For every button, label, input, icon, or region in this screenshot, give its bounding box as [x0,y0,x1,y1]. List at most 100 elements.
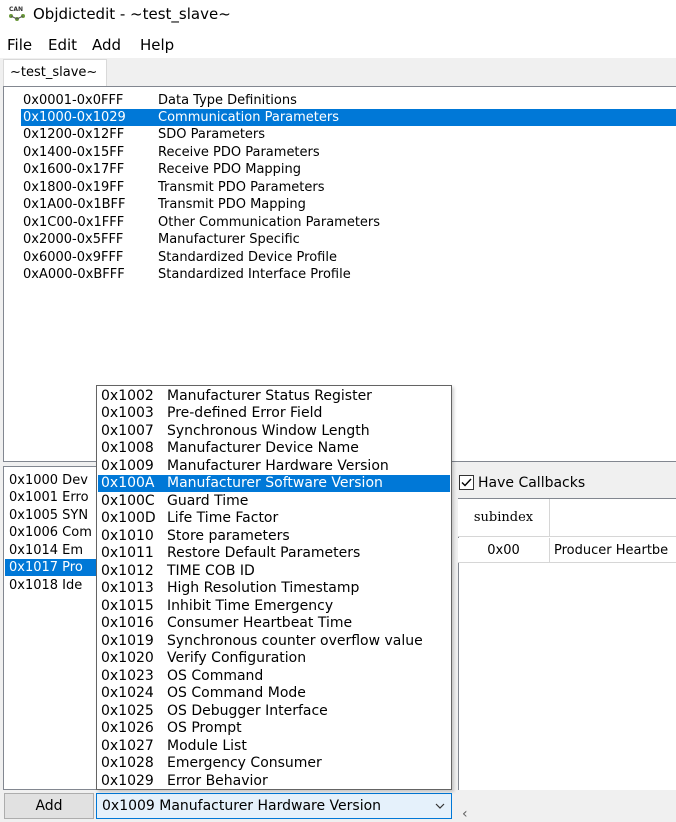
dropdown-item[interactable]: 0x1015 Inhibit Time Emergency [98,598,450,615]
range-code: 0x2000-0x5FFF [23,232,124,247]
dropdown-item[interactable]: 0x100C Guard Time [98,493,450,510]
item-code: 0x1023 [101,668,154,684]
item-code: 0x1008 [101,440,154,456]
dropdown-item[interactable]: 0x1026 OS Prompt [98,720,450,737]
item-code: 0x1007 [101,423,154,439]
item-code: 0x1015 [101,598,154,614]
item-name: TIME COB ID [167,563,255,579]
menu-help[interactable]: Help [140,36,174,54]
dropdown-item[interactable]: 0x1003 Pre-defined Error Field [98,405,450,422]
index-row[interactable]: 0x1005 SYN [5,507,99,524]
grid-header-subindex[interactable]: subindex [458,499,550,537]
have-callbacks-checkbox[interactable] [459,475,474,490]
index-row[interactable]: 0x1018 Ide [5,577,99,594]
dropdown-item[interactable]: 0x1027 Module List [98,738,450,755]
item-name: Verify Configuration [167,650,307,666]
item-code: 0x1020 [101,650,154,666]
svg-text:CAN: CAN [9,6,23,13]
dropdown-item[interactable]: 0x1011 Restore Default Parameters [98,545,450,562]
index-row-text: 0x1005 SYN [9,508,89,523]
item-code: 0x1003 [101,405,154,421]
range-row[interactable]: 0x1800-0x19FF Transmit PDO Parameters [19,179,419,196]
dropdown-item[interactable]: 0x1012 TIME COB ID [98,563,450,580]
dropdown-item[interactable]: 0x1002 Manufacturer Status Register [98,388,450,405]
range-code: 0x1000-0x1029 [23,110,126,125]
range-row[interactable]: 0x1200-0x12FF SDO Parameters [19,126,419,143]
index-row[interactable]: 0x1006 Com [5,524,99,541]
checkmark-icon [461,478,472,487]
range-name: Other Communication Parameters [158,215,381,230]
item-name: Manufacturer Software Version [167,475,383,491]
range-code: 0x1200-0x12FF [23,127,125,142]
range-row[interactable]: 0x2000-0x5FFF Manufacturer Specific [19,231,419,248]
range-code: 0x1800-0x19FF [23,180,125,195]
item-name: Module List [167,738,247,754]
item-name: Synchronous Window Length [167,423,370,439]
range-row[interactable]: 0x1400-0x15FF Receive PDO Parameters [19,144,419,161]
combo-dropdown-list[interactable]: 0x1002 Manufacturer Status Register 0x100… [96,385,452,790]
item-name: OS Prompt [167,720,242,736]
range-code: 0x1600-0x17FF [23,162,125,177]
item-name: OS Command Mode [167,685,306,701]
range-code: 0x1400-0x15FF [23,145,125,160]
dropdown-item[interactable]: 0x1023 OS Command [98,668,450,685]
item-code: 0x1002 [101,388,154,404]
menu-add[interactable]: Add [92,36,121,54]
dropdown-item[interactable]: 0x1013 High Resolution Timestamp [98,580,450,597]
item-name: Manufacturer Status Register [167,388,372,404]
range-name: Communication Parameters [158,110,340,125]
dropdown-item[interactable]: 0x1020 Verify Configuration [98,650,450,667]
range-row[interactable]: 0x6000-0x9FFF Standardized Device Profile [19,249,419,266]
item-code: 0x1013 [101,580,154,596]
dropdown-item-selected[interactable]: 0x100A Manufacturer Software Version [98,475,450,492]
dropdown-item[interactable]: 0x1009 Manufacturer Hardware Version [98,458,450,475]
range-row-selected[interactable]: 0x1000-0x1029 Communication Parameters [21,109,676,126]
index-row-selected[interactable]: 0x1017 Pro [5,559,99,576]
index-row-text: 0x1000 Dev [9,473,88,488]
menu-file[interactable]: File [7,36,32,54]
item-code: 0x1026 [101,720,154,736]
dropdown-item[interactable]: 0x1016 Consumer Heartbeat Time [98,615,450,632]
dropdown-item[interactable]: 0x1029 Error Behavior [98,773,450,790]
range-row[interactable]: 0x1A00-0x1BFF Transmit PDO Mapping [19,196,419,213]
range-row[interactable]: 0xA000-0xBFFF Standardized Interface Prof… [19,266,419,283]
index-combo-box[interactable]: 0x1009 Manufacturer Hardware Version [96,793,452,819]
range-row[interactable]: 0x0001-0x0FFF Data Type Definitions [19,92,419,109]
index-row[interactable]: 0x1001 Erro [5,489,99,506]
index-row-text: 0x1006 Com [9,525,92,540]
have-callbacks-label: Have Callbacks [478,475,586,491]
item-code: 0x1024 [101,685,154,701]
index-list[interactable]: 0x1000 Dev 0x1001 Erro 0x1005 SYN 0x1006… [3,466,99,790]
scroll-left-arrow-icon[interactable]: ‹ [462,806,468,822]
item-name: OS Debugger Interface [167,703,328,719]
range-name: Standardized Device Profile [158,250,337,265]
item-code: 0x1016 [101,615,154,631]
range-row[interactable]: 0x1600-0x17FF Receive PDO Mapping [19,161,419,178]
grid-cell-name[interactable]: Producer Heartbe [550,538,676,563]
item-name: Guard Time [167,493,249,509]
index-row-text: 0x1017 Pro [9,560,83,575]
item-name: Consumer Heartbeat Time [167,615,353,631]
grid-header-name[interactable] [550,499,676,537]
menu-edit[interactable]: Edit [48,36,77,54]
grid-cell-subindex[interactable]: 0x00 [458,538,550,563]
dropdown-item[interactable]: 0x1007 Synchronous Window Length [98,423,450,440]
item-code: 0x1025 [101,703,154,719]
range-row[interactable]: 0x1C00-0x1FFF Other Communication Paramet… [19,214,419,231]
index-row[interactable]: 0x1014 Em [5,542,99,559]
range-name: Manufacturer Specific [158,232,300,247]
index-row[interactable]: 0x1000 Dev [5,472,99,489]
item-code: 0x1009 [101,458,154,474]
range-code: 0xA000-0xBFFF [23,267,125,282]
dropdown-item[interactable]: 0x1028 Emergency Consumer [98,755,450,772]
item-name: Manufacturer Device Name [167,440,359,456]
dropdown-item[interactable]: 0x1019 Synchronous counter overflow value [98,633,450,650]
dropdown-item[interactable]: 0x1025 OS Debugger Interface [98,703,450,720]
dropdown-item[interactable]: 0x100D Life Time Factor [98,510,450,527]
dropdown-item[interactable]: 0x1024 OS Command Mode [98,685,450,702]
dropdown-item[interactable]: 0x1008 Manufacturer Device Name [98,440,450,457]
add-button[interactable]: Add [4,793,94,819]
dropdown-item[interactable]: 0x1010 Store parameters [98,528,450,545]
item-code: 0x1019 [101,633,154,649]
tab-test-slave[interactable]: ~test_slave~ [3,59,107,86]
